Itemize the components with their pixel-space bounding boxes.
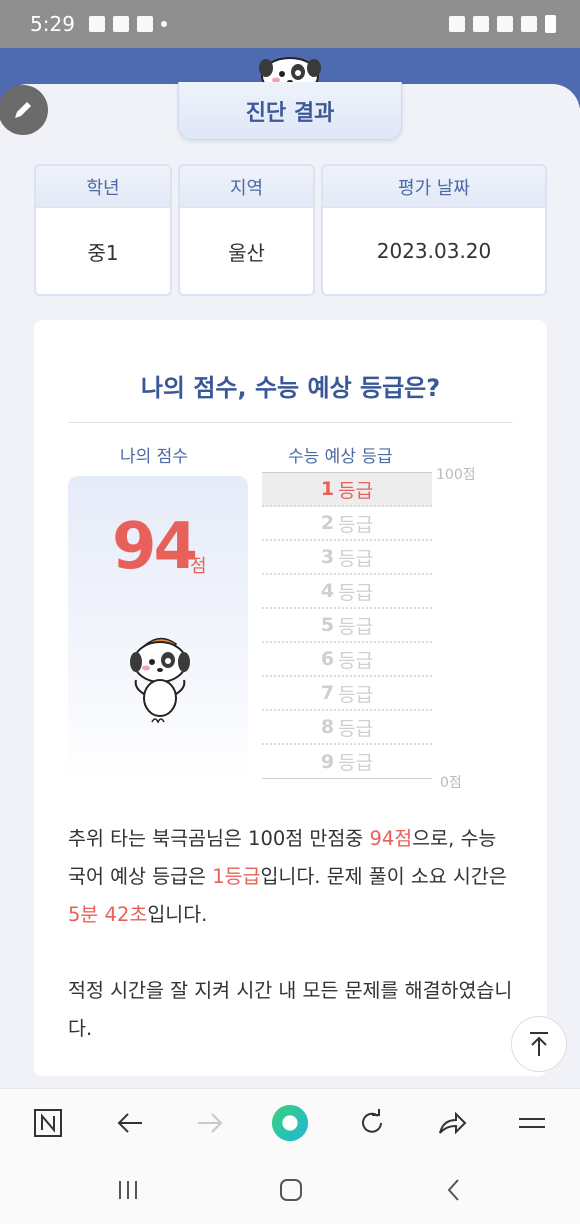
score-value: 94 xyxy=(112,510,198,584)
green-dot-icon xyxy=(271,1104,309,1142)
grade-number: 8 xyxy=(320,716,335,738)
chevron-left-icon xyxy=(447,1179,459,1201)
share-icon xyxy=(439,1111,467,1135)
menu-icon xyxy=(519,1118,545,1128)
highlight-score: 94점 xyxy=(369,827,413,850)
info-card-region: 지역 울산 xyxy=(178,164,315,296)
hd-voice-icon xyxy=(497,16,513,32)
info-value: 울산 xyxy=(228,240,265,265)
scale-bottom-label: 0점 xyxy=(440,775,462,791)
grade-row: 6 등급 xyxy=(262,643,432,677)
mute-icon xyxy=(449,16,465,32)
grade-unit: 등급 xyxy=(338,615,374,638)
scroll-top-button[interactable] xyxy=(511,1016,567,1072)
grade-unit: 등급 xyxy=(338,581,374,604)
status-notification-icons xyxy=(88,16,167,32)
arrow-up-icon xyxy=(530,1032,548,1056)
info-label: 지역 xyxy=(180,166,313,208)
description-text: 추위 타는 북극곰님은 100점 만점중 xyxy=(68,827,370,850)
recent-apps-icon xyxy=(119,1181,137,1199)
score-column-label: 나의 점수 xyxy=(120,447,188,467)
grade-row-active: 1 등급 xyxy=(262,473,432,507)
refresh-icon xyxy=(362,1109,382,1133)
grade-number: 3 xyxy=(320,546,335,568)
grade-row: 5 등급 xyxy=(262,609,432,643)
back-arrow-icon xyxy=(117,1113,142,1133)
grade-row: 7 등급 xyxy=(262,677,432,711)
grade-row: 3 등급 xyxy=(262,541,432,575)
grade-unit: 등급 xyxy=(338,547,374,570)
info-value: 중1 xyxy=(87,240,119,265)
description-paragraph: 추위 타는 북극곰님은 100점 만점중 94점으로, 수능 국어 예상 등급은… xyxy=(68,820,518,934)
description-text: 입니다. xyxy=(147,903,208,926)
more-dot-icon xyxy=(160,21,167,27)
score-unit: 점 xyxy=(190,556,207,577)
home-icon xyxy=(280,1179,302,1201)
grade-unit: 등급 xyxy=(338,649,374,672)
grade-number: 7 xyxy=(320,682,335,704)
scale-top-label: 100점 xyxy=(436,467,476,483)
signal-icon xyxy=(521,16,537,32)
description-paragraph: 적정 시간을 잘 지켜 시간 내 모든 문제를 해결하였습니다. xyxy=(68,979,513,1040)
forward-button[interactable] xyxy=(190,1103,230,1143)
recent-apps-button[interactable] xyxy=(108,1174,148,1206)
grade-unit: 등급 xyxy=(338,683,374,706)
grade-row: 4 등급 xyxy=(262,575,432,609)
status-bar: 5:29 xyxy=(0,0,580,48)
grade-number: 9 xyxy=(320,750,335,773)
info-card-date: 평가 날짜 2023.03.20 xyxy=(321,164,547,296)
highlight-time: 5분 42초 xyxy=(68,903,148,926)
grade-number: 2 xyxy=(320,512,335,534)
grade-number: 6 xyxy=(320,648,335,670)
menu-button[interactable] xyxy=(512,1103,552,1143)
grade-unit: 등급 xyxy=(338,752,374,774)
status-time: 5:29 xyxy=(30,12,75,36)
grade-unit: 등급 xyxy=(338,513,374,536)
highlight-grade: 1등급 xyxy=(212,865,261,888)
grade-number: 1 xyxy=(320,478,335,500)
naver-home-icon xyxy=(34,1109,62,1137)
info-card-grade: 학년 중1 xyxy=(34,164,172,296)
wifi-icon xyxy=(473,16,489,32)
green-dot-button[interactable] xyxy=(270,1103,310,1143)
page-title-tab: 진단 결과 xyxy=(178,82,402,140)
grade-unit: 등급 xyxy=(338,479,374,502)
grade-column-label: 수능 예상 등급 xyxy=(288,447,393,467)
naver-home-button[interactable] xyxy=(28,1103,68,1143)
gallery-icon xyxy=(88,16,105,32)
back-button[interactable] xyxy=(110,1103,150,1143)
browser-toolbar xyxy=(0,1088,580,1156)
home-button[interactable] xyxy=(271,1174,311,1206)
grade-unit: 등급 xyxy=(338,717,374,740)
page-title: 진단 결과 xyxy=(245,100,335,126)
result-description: 추위 타는 북극곰님은 100점 만점중 94점으로, 수능 국어 예상 등급은… xyxy=(68,820,518,1048)
info-label: 평가 날짜 xyxy=(323,166,545,208)
grade-number: 4 xyxy=(320,580,335,602)
app-notification-icon xyxy=(112,16,129,32)
edit-button[interactable] xyxy=(0,85,48,135)
system-back-button[interactable] xyxy=(434,1174,474,1206)
description-text: 입니다. 문제 풀이 소요 시간은 xyxy=(260,865,507,888)
status-system-icons xyxy=(449,15,556,33)
result-heading: 나의 점수, 수능 예상 등급은? xyxy=(140,374,441,402)
battery-icon xyxy=(545,15,556,33)
share-button[interactable] xyxy=(432,1103,472,1143)
grade-row: 8 등급 xyxy=(262,711,432,745)
info-value: 2023.03.20 xyxy=(376,239,492,263)
grade-row: 2 등급 xyxy=(262,507,432,541)
divider xyxy=(68,422,513,423)
info-label: 학년 xyxy=(36,166,170,208)
grade-number: 5 xyxy=(320,614,335,636)
grade-row: 9 등급 xyxy=(262,745,432,779)
news-icon xyxy=(136,16,153,32)
forward-arrow-icon xyxy=(198,1113,223,1133)
mascot-dog-cap-icon xyxy=(130,637,190,724)
pencil-icon xyxy=(15,102,31,118)
system-nav-bar xyxy=(0,1156,580,1224)
result-card: 나의 점수, 수능 예상 등급은? 나의 점수 수능 예상 등급 94 점 1등… xyxy=(34,320,547,1076)
refresh-button[interactable] xyxy=(352,1103,392,1143)
